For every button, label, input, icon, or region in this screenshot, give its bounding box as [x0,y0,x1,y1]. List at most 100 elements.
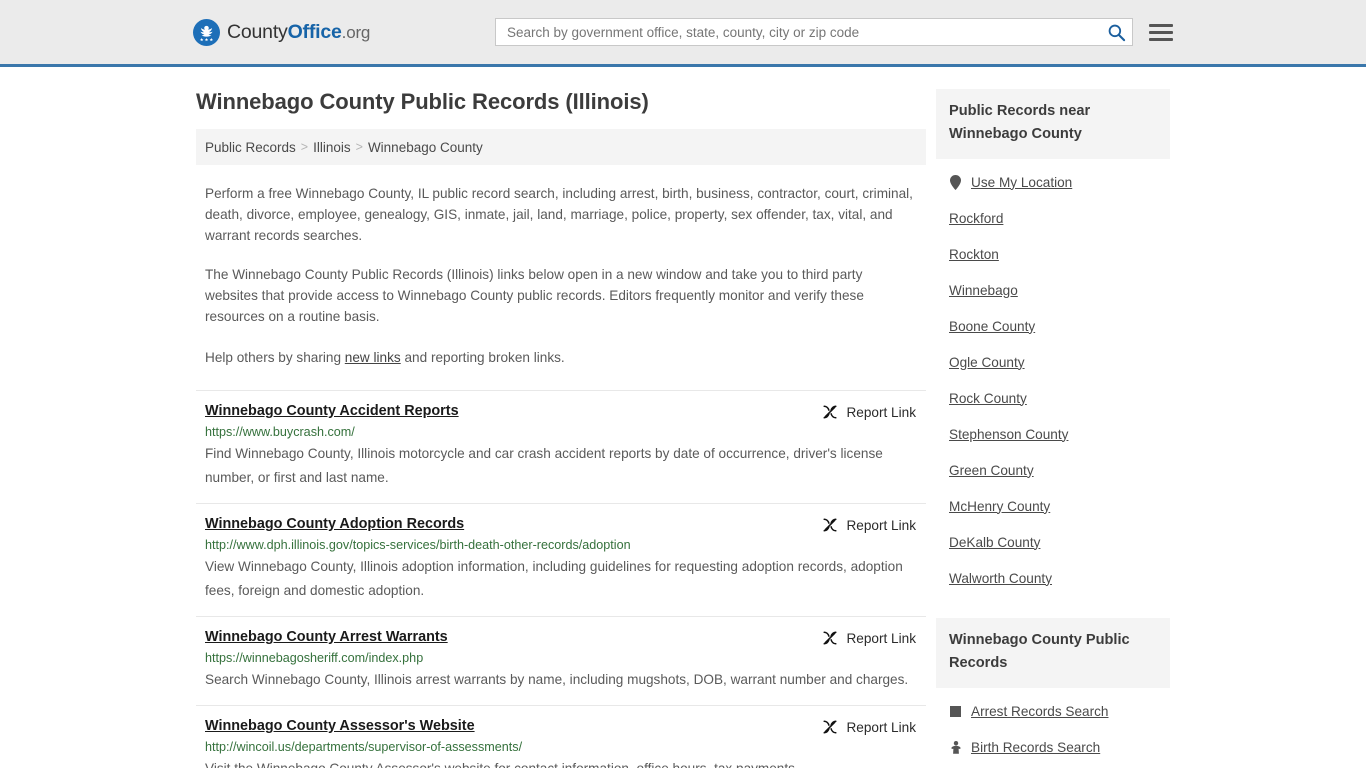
sidebar-link-row[interactable]: DeKalb County [936,524,1170,560]
sidebar-link-row[interactable]: Ogle County [936,344,1170,380]
intro-paragraph-2: The Winnebago County Public Records (Ill… [205,267,864,324]
sidebar-link[interactable]: Walworth County [949,571,1052,586]
result-url[interactable]: https://winnebagosheriff.com/index.php [205,651,916,665]
breadcrumb: Public Records > Illinois > Winnebago Co… [196,129,926,165]
result-description: Search Winnebago County, Illinois arrest… [205,672,909,687]
sidebar-link[interactable]: Rock County [949,391,1027,406]
report-link-button[interactable]: Report Link [822,629,916,646]
sidebar-link[interactable]: Rockford [949,211,1003,226]
new-links-link[interactable]: new links [345,350,401,365]
report-link-label: Report Link [846,517,916,533]
main-content: Winnebago County Public Records (Illinoi… [196,67,926,768]
sidebar-link-row[interactable]: Walworth County [936,560,1170,596]
report-link-label: Report Link [846,719,916,735]
report-link-label: Report Link [846,404,916,420]
sidebar-link[interactable]: Boone County [949,319,1035,334]
sidebar-panel-title: Public Records near Winnebago County [936,89,1170,159]
breadcrumb-item-current: Winnebago County [367,139,483,155]
sidebar-link[interactable]: DeKalb County [949,535,1040,550]
hamburger-bar [1149,37,1173,41]
sidebar-link[interactable]: Ogle County [949,355,1025,370]
sidebar-link[interactable]: Arrest Records Search [971,704,1109,719]
result-title-link[interactable]: Winnebago County Adoption Records [205,516,464,532]
square-icon [950,705,961,717]
result-item: Winnebago County Arrest Warrants Report … [196,616,926,705]
result-url[interactable]: https://www.buycrash.com/ [205,425,916,439]
sidebar-link-row[interactable]: Stephenson County [936,416,1170,452]
sidebar-link-row[interactable]: McHenry County [936,488,1170,524]
help-prefix: Help others by sharing [205,350,345,365]
header-search-area [495,18,1173,46]
result-title-link[interactable]: Winnebago County Assessor's Website [205,718,475,734]
sidebar-link-row[interactable]: Boone County [936,308,1170,344]
breadcrumb-item-illinois[interactable]: Illinois [313,140,351,155]
help-suffix: and reporting broken links. [400,350,565,365]
result-item: Winnebago County Adoption Records Report… [196,503,926,616]
square-icon [949,705,962,717]
broken-link-icon [823,631,838,645]
person-icon [950,740,961,754]
result-description: View Winnebago County, Illinois adoption… [205,559,903,598]
result-title-link[interactable]: Winnebago County Arrest Warrants [205,629,448,645]
breadcrumb-separator-icon: > [355,140,363,154]
breadcrumb-item-public-records[interactable]: Public Records [205,140,296,155]
sidebar-panel: Public Records near Winnebago County Use… [936,89,1170,596]
sidebar-link-row[interactable]: Rockford [936,200,1170,236]
intro-paragraph-1: Perform a free Winnebago County, IL publ… [205,186,913,243]
sidebar-panel-body: Arrest Records Search Birth Records Searc… [936,688,1170,765]
broken-link-icon [823,720,838,734]
sidebar-panel-body: Use My Location Rockford Rockton Winnebago B… [936,159,1170,596]
broken-link-icon [823,405,838,419]
sidebar-link[interactable]: Rockton [949,247,999,262]
sidebar-link[interactable]: Use My Location [971,175,1072,190]
report-link-button[interactable]: Report Link [822,516,916,533]
result-description: Visit the Winnebago County Assessor's we… [205,757,916,768]
sidebar-panel-title: Winnebago County Public Records [936,618,1170,688]
result-header: Winnebago County Arrest Warrants Report … [205,617,916,646]
sidebar-link[interactable]: Green County [949,463,1034,478]
hamburger-menu-icon[interactable] [1149,23,1173,41]
sidebar-link[interactable]: Birth Records Search [971,740,1100,755]
sidebar-link-row[interactable]: Rock County [936,380,1170,416]
search-input[interactable] [505,20,1107,44]
sidebar-panel: Winnebago County Public Records Arrest R… [936,618,1170,765]
sidebar-link[interactable]: Stephenson County [949,427,1068,442]
location-pin-icon [949,174,962,190]
intro-section: Perform a free Winnebago County, IL publ… [196,183,926,368]
sidebar-link-row[interactable]: Arrest Records Search [936,693,1170,729]
sidebar-panels: Public Records near Winnebago County Use… [936,89,1170,765]
result-header: Winnebago County Accident Reports Report… [205,391,916,420]
eagle-seal-icon [193,18,220,46]
result-item: Winnebago County Assessor's Website Repo… [196,705,926,768]
search-box[interactable] [495,18,1133,46]
sidebar-link[interactable]: McHenry County [949,499,1050,514]
location-pin-icon [950,174,961,190]
logo-text-org: .org [341,22,371,42]
result-header: Winnebago County Assessor's Website Repo… [205,706,916,735]
sidebar-link-row[interactable]: Rockton [936,236,1170,272]
sidebar-link[interactable]: Winnebago [949,283,1018,298]
report-link-button[interactable]: Report Link [822,718,916,735]
page-title: Winnebago County Public Records (Illinoi… [196,89,649,114]
hamburger-bar [1149,30,1173,34]
broken-link-icon [823,518,838,532]
result-title-link[interactable]: Winnebago County Accident Reports [205,403,459,419]
sidebar-link-row[interactable]: Birth Records Search [936,729,1170,765]
breadcrumb-separator-icon: > [300,140,309,154]
site-logo[interactable]: CountyOffice.org [193,18,371,46]
sidebar: Public Records near Winnebago County Use… [936,67,1170,765]
sidebar-link-row[interactable]: Winnebago [936,272,1170,308]
report-link-button[interactable]: Report Link [822,403,916,420]
search-icon[interactable] [1107,23,1126,42]
logo-text-county: County [227,20,288,43]
result-header: Winnebago County Adoption Records Report… [205,504,916,533]
logo-text-office: Office [287,20,342,43]
sidebar-link-row[interactable]: Use My Location [936,164,1170,200]
page-body: Winnebago County Public Records (Illinoi… [0,67,1366,768]
result-description: Find Winnebago County, Illinois motorcyc… [205,446,883,485]
site-header: CountyOffice.org [0,0,1366,67]
sidebar-link-row[interactable]: Green County [936,452,1170,488]
result-url[interactable]: http://wincoil.us/departments/supervisor… [205,740,916,754]
result-url[interactable]: http://www.dph.illinois.gov/topics-servi… [205,538,916,552]
results-list: Winnebago County Accident Reports Report… [196,390,926,768]
